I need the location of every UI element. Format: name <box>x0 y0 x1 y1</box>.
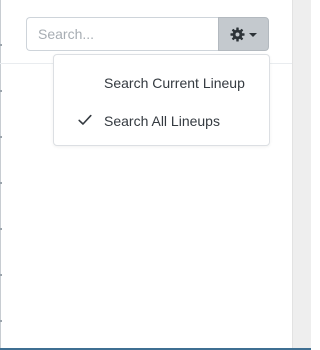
search-settings-button[interactable] <box>218 17 269 51</box>
menu-item-label: Search All Lineups <box>104 113 220 129</box>
left-panel-edge-markers <box>0 0 2 350</box>
check-icon <box>78 114 92 125</box>
menu-item-search-all-lineups[interactable]: Search All Lineups <box>54 107 269 135</box>
chevron-down-icon <box>249 32 257 37</box>
search-group <box>26 17 269 51</box>
vertical-scrollbar-track[interactable] <box>292 0 311 350</box>
gear-icon <box>230 26 245 42</box>
menu-item-label: Search Current Lineup <box>104 75 245 91</box>
search-input[interactable] <box>26 17 218 51</box>
menu-item-search-current-lineup[interactable]: Search Current Lineup <box>54 69 269 97</box>
search-scope-dropdown: Search Current Lineup Search All Lineups <box>53 54 270 146</box>
page: Search Current Lineup Search All Lineups <box>0 0 311 350</box>
